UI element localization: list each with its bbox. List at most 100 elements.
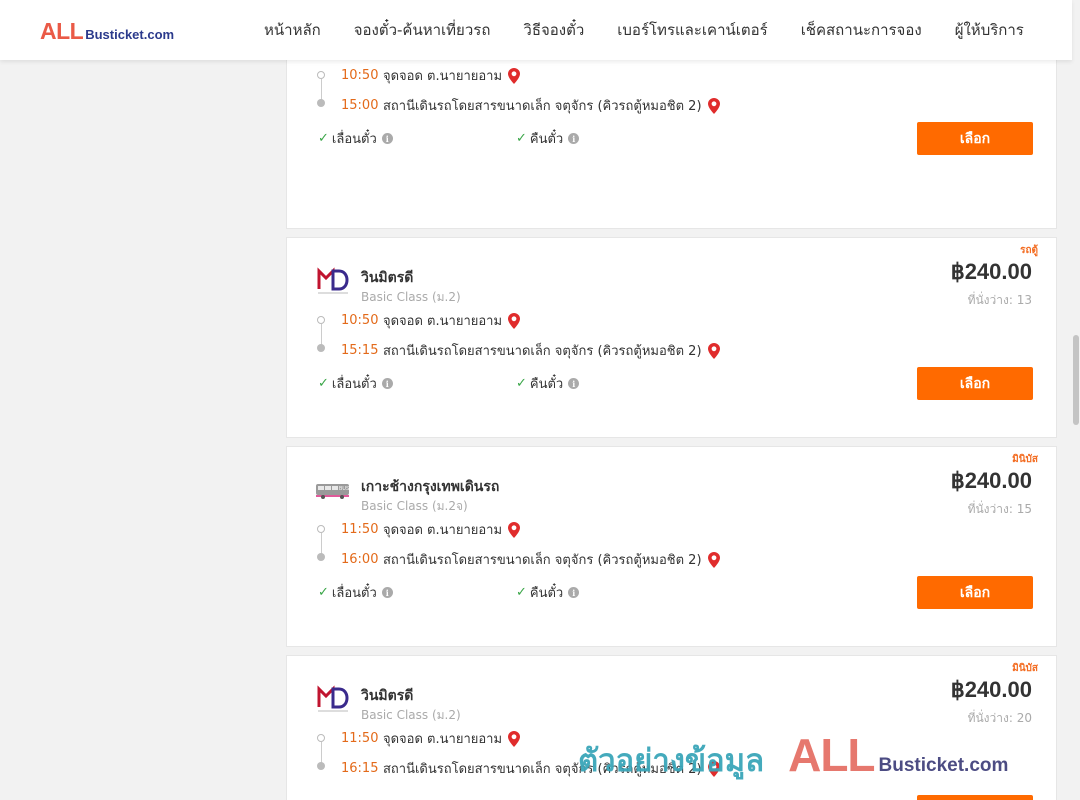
refund-label: คืนตั๋ว xyxy=(529,377,564,392)
check-icon: ✓ xyxy=(318,585,329,600)
info-icon[interactable]: i xyxy=(568,587,580,598)
info-icon[interactable]: i xyxy=(568,378,580,389)
info-icon[interactable]: i xyxy=(381,587,393,598)
md-logo-icon xyxy=(315,681,351,717)
nav-phone-counters[interactable]: เบอร์โทรและเคาน์เตอร์ xyxy=(617,18,767,42)
route-timeline xyxy=(317,734,325,770)
depart-stop: 11:50 จุดจอด ต.นายายอาม xyxy=(341,728,521,749)
info-icon[interactable]: i xyxy=(568,133,580,144)
depart-place: จุดจอด ต.นายายอาม xyxy=(383,732,503,747)
route-timeline xyxy=(317,71,325,107)
bus-logo-icon: BUS xyxy=(315,472,351,508)
vehicle-type-tag: รถตู้ xyxy=(1020,245,1038,256)
arrive-time: 15:15 xyxy=(341,343,379,358)
depart-place: จุดจอด ต.นายายอาม xyxy=(383,523,503,538)
depart-dot xyxy=(317,316,325,324)
ticket-price: ฿240.00 xyxy=(950,677,1032,702)
depart-place: จุดจอด ต.นายายอาม xyxy=(383,69,503,84)
map-pin-icon[interactable] xyxy=(707,551,720,568)
logo-busticket-text: Busticket.com xyxy=(85,27,175,42)
arrive-stop: 16:00 สถานีเดินรถโดยสารขนาดเล็ก จตุจักร … xyxy=(341,549,720,570)
top-header: ALL Busticket.com หน้าหลัก จองตั๋ว-ค้นหา… xyxy=(0,0,1072,60)
refund-label: คืนตั๋ว xyxy=(529,586,564,601)
scrollbar-thumb[interactable] xyxy=(1073,335,1079,425)
main-nav: หน้าหลัก จองตั๋ว-ค้นหาเที่ยวรถ วิธีจองตั… xyxy=(264,0,1024,60)
vehicle-type-tag: มินิบัส xyxy=(1012,663,1038,674)
map-pin-icon[interactable] xyxy=(508,730,521,747)
depart-time: 11:50 xyxy=(341,522,379,537)
reschedule-label: เลื่อนตั๋ว xyxy=(331,586,377,601)
map-pin-icon[interactable] xyxy=(707,97,720,114)
map-pin-icon[interactable] xyxy=(508,312,521,329)
depart-time: 10:50 xyxy=(341,313,379,328)
arrive-stop: 15:00 สถานีเดินรถโดยสารขนาดเล็ก จตุจักร … xyxy=(341,95,720,116)
route-timeline xyxy=(317,316,325,352)
operator-class: Basic Class (ม.2) xyxy=(361,290,461,304)
nav-check-booking[interactable]: เช็คสถานะการจอง xyxy=(801,18,922,42)
arrive-time: 16:00 xyxy=(341,552,379,567)
arrive-dot xyxy=(317,99,325,107)
depart-dot xyxy=(317,525,325,533)
select-trip-button[interactable]: เลือก xyxy=(917,576,1033,609)
route-line xyxy=(320,324,322,345)
route-line xyxy=(320,533,322,554)
reschedule-feature: ✓ เลื่อนตั๋ว i xyxy=(318,373,393,394)
trip-card: รถตู้ วินมิตรดี Basic Class (ม.2) ฿240.0… xyxy=(286,237,1057,438)
operator-name: วินมิตรดี xyxy=(361,270,414,286)
check-icon: ✓ xyxy=(318,376,329,391)
nav-how-to-book[interactable]: วิธีจองตั๋ว xyxy=(523,18,584,42)
route-line xyxy=(320,742,322,763)
arrive-time: 15:00 xyxy=(341,98,379,113)
arrive-place: สถานีเดินรถโดยสารขนาดเล็ก จตุจักร (คิวรถ… xyxy=(383,553,702,568)
seats-available: ที่นั่งว่าง: 20 xyxy=(967,711,1032,725)
site-logo[interactable]: ALL Busticket.com xyxy=(40,18,174,45)
map-pin-icon[interactable] xyxy=(508,521,521,538)
arrive-time: 16:15 xyxy=(341,761,379,776)
depart-time: 11:50 xyxy=(341,731,379,746)
route-line xyxy=(320,79,322,100)
vehicle-type-tag: มินิบัส xyxy=(1012,454,1038,465)
depart-place: จุดจอด ต.นายายอาม xyxy=(383,314,503,329)
nav-operators[interactable]: ผู้ให้บริการ xyxy=(955,18,1024,42)
info-icon[interactable]: i xyxy=(381,133,393,144)
reschedule-label: เลื่อนตั๋ว xyxy=(331,377,377,392)
reschedule-label: เลื่อนตั๋ว xyxy=(331,132,377,147)
arrive-place: สถานีเดินรถโดยสารขนาดเล็ก จตุจักร (คิวรถ… xyxy=(383,99,702,114)
operator-class: Basic Class (ม.2จ) xyxy=(361,499,468,513)
operator-name: เกาะช้างกรุงเทพเดินรถ xyxy=(361,479,500,495)
ticket-price: ฿240.00 xyxy=(950,468,1032,493)
depart-time: 10:50 xyxy=(341,68,379,83)
svg-text:BUS: BUS xyxy=(339,486,350,492)
depart-stop: 11:50 จุดจอด ต.นายายอาม xyxy=(341,519,521,540)
check-icon: ✓ xyxy=(516,376,527,391)
map-pin-icon[interactable] xyxy=(707,342,720,359)
seats-available: ที่นั่งว่าง: 13 xyxy=(967,293,1032,307)
select-trip-button[interactable] xyxy=(917,795,1033,800)
sample-data-watermark: ตัวอย่างข้อมูล ALL Busticket.com xyxy=(578,728,1008,785)
scrollbar-track[interactable] xyxy=(1072,0,1080,800)
nav-home[interactable]: หน้าหลัก xyxy=(264,18,321,42)
depart-stop: 10:50 จุดจอด ต.นายายอาม xyxy=(341,310,521,331)
info-icon[interactable]: i xyxy=(381,378,393,389)
select-trip-button[interactable]: เลือก xyxy=(917,367,1033,400)
nav-book-search[interactable]: จองตั๋ว-ค้นหาเที่ยวรถ xyxy=(354,18,491,42)
ticket-price: ฿240.00 xyxy=(950,259,1032,284)
map-pin-icon[interactable] xyxy=(508,67,521,84)
arrive-stop: 15:15 สถานีเดินรถโดยสารขนาดเล็ก จตุจักร … xyxy=(341,340,720,361)
watermark-logo-all: ALL xyxy=(788,729,875,781)
select-trip-button[interactable]: เลือก xyxy=(917,122,1033,155)
refund-feature: ✓ คืนตั๋ว i xyxy=(516,582,580,603)
watermark-text: ตัวอย่างข้อมูล xyxy=(578,743,765,779)
refund-feature: ✓ คืนตั๋ว i xyxy=(516,128,580,149)
operator-name: วินมิตรดี xyxy=(361,688,414,704)
reschedule-feature: ✓ เลื่อนตั๋ว i xyxy=(318,582,393,603)
route-timeline xyxy=(317,525,325,561)
depart-stop: 10:50 จุดจอด ต.นายายอาม xyxy=(341,65,521,86)
arrive-dot xyxy=(317,553,325,561)
seats-available: ที่นั่งว่าง: 15 xyxy=(967,502,1032,516)
arrive-dot xyxy=(317,762,325,770)
md-logo-icon xyxy=(315,263,351,299)
watermark-logo-busticket: Busticket.com xyxy=(878,755,1009,776)
depart-dot xyxy=(317,71,325,79)
trip-card: มินิบัส BUS เกาะช้างกรุงเทพเดินรถ Basic … xyxy=(286,446,1057,647)
